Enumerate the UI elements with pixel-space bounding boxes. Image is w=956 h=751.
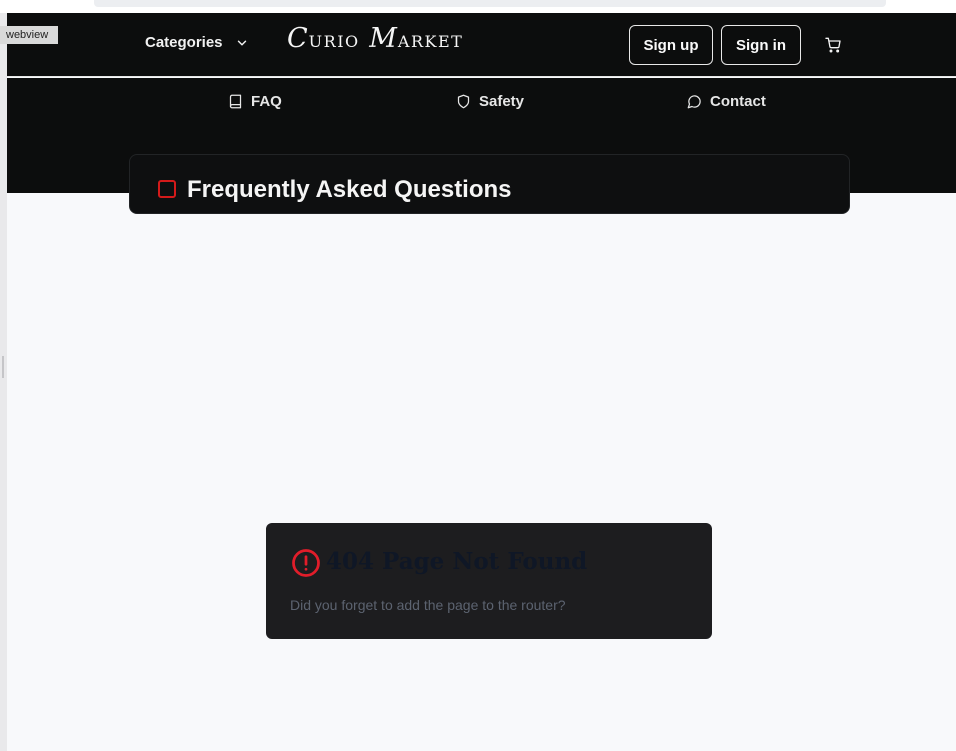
top-navbar: Categories CURIO MARKET Sign up Sign in xyxy=(7,13,956,77)
nav-item-label: FAQ xyxy=(251,93,282,110)
logo-word-curio: URIO xyxy=(308,32,360,51)
alert-circle-icon xyxy=(292,549,320,577)
faq-title: Frequently Asked Questions xyxy=(187,176,512,203)
categories-dropdown[interactable]: Categories xyxy=(145,34,249,51)
nav-item-safety[interactable]: Safety xyxy=(456,93,524,110)
curio-market-logo[interactable]: CURIO MARKET xyxy=(287,23,463,54)
faq-question-icon xyxy=(158,180,176,198)
resize-handle[interactable] xyxy=(2,356,4,378)
categories-label: Categories xyxy=(145,34,223,51)
logo-initial-c: C xyxy=(287,23,309,54)
secondary-nav: FAQ Safety Contact Frequently Asked Ques… xyxy=(7,78,956,214)
shield-icon xyxy=(457,94,470,109)
webview-label: webview xyxy=(0,26,58,44)
sign-up-button[interactable]: Sign up xyxy=(629,25,713,65)
logo-initial-m: M xyxy=(369,23,398,54)
error-title: 404 Page Not Found xyxy=(326,548,588,575)
nav-item-contact[interactable]: Contact xyxy=(687,93,766,110)
nav-item-label: Contact xyxy=(710,93,766,110)
sign-in-button[interactable]: Sign in xyxy=(721,25,801,65)
faq-card: Frequently Asked Questions xyxy=(129,154,850,214)
error-dialog: 404 Page Not Found Did you forget to add… xyxy=(266,523,712,639)
browser-side-gutter xyxy=(0,13,7,751)
cart-icon[interactable] xyxy=(825,37,841,53)
chat-bubble-icon xyxy=(687,95,701,109)
app-viewport: Categories CURIO MARKET Sign up Sign in … xyxy=(7,13,956,751)
error-message: Did you forget to add the page to the ro… xyxy=(290,597,566,613)
browser-top-bar xyxy=(0,0,956,13)
nav-item-faq[interactable]: FAQ xyxy=(228,93,282,110)
logo-word-market: ARKET xyxy=(397,32,464,51)
address-bar[interactable] xyxy=(94,0,886,7)
nav-item-label: Safety xyxy=(479,93,525,110)
book-icon xyxy=(229,94,242,109)
chevron-down-icon xyxy=(237,40,246,45)
